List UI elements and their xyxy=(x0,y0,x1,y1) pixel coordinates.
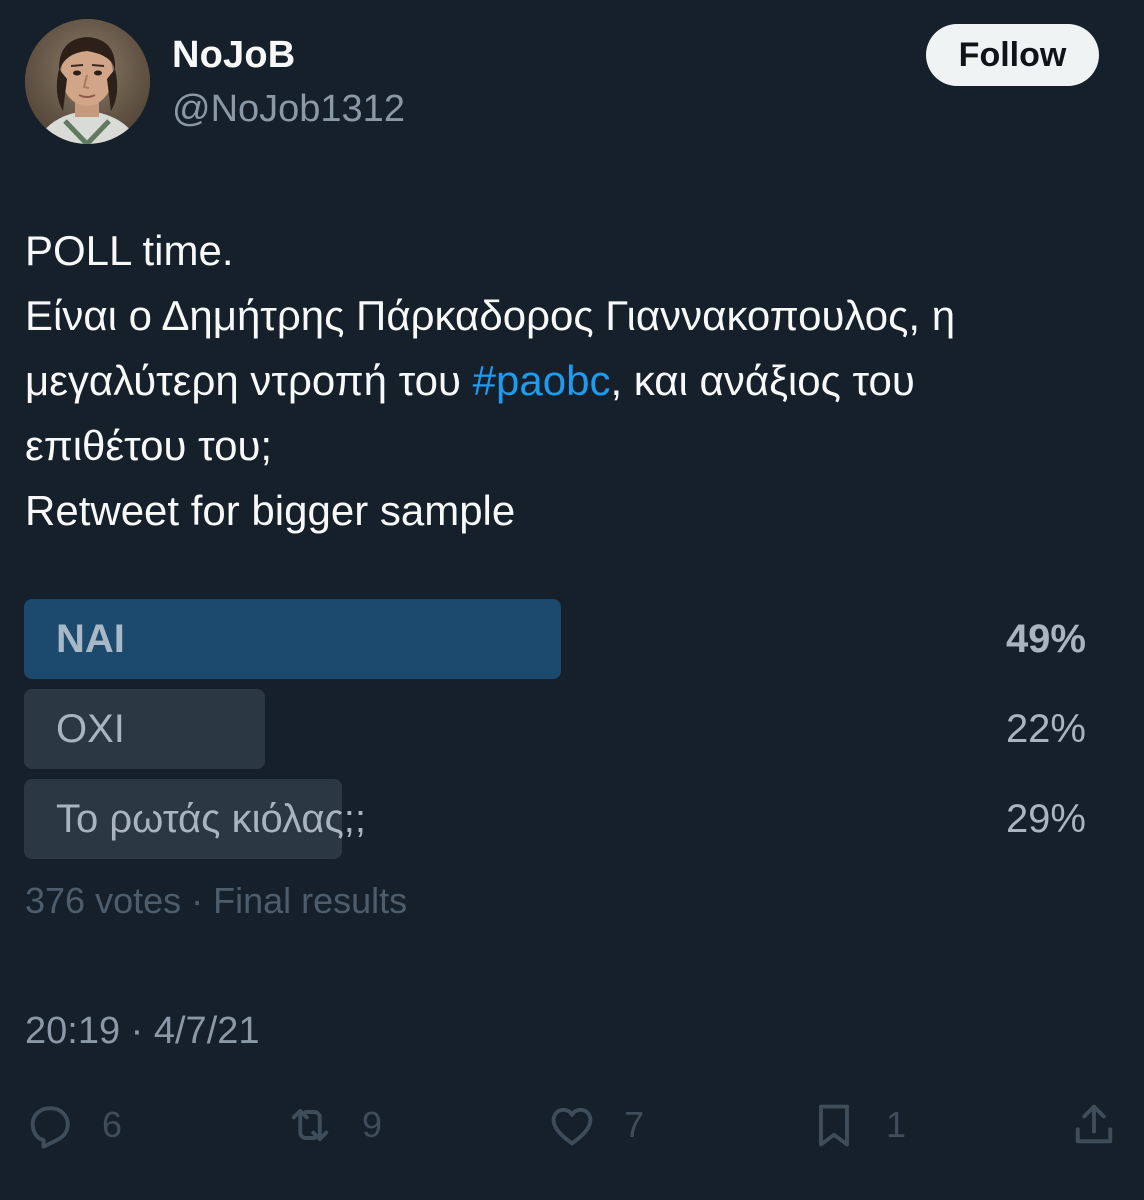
reply-button[interactable]: 6 xyxy=(24,1095,122,1155)
tweet-line-5: Retweet for bigger sample xyxy=(25,487,516,534)
poll-option-percent-2: 22% xyxy=(1005,707,1086,751)
tweet-card: NoJoB @NoJob1312 Follow POLL time. Είναι… xyxy=(0,0,1144,1200)
bookmark-icon xyxy=(819,1104,849,1147)
reply-count: 6 xyxy=(102,1104,123,1145)
avatar[interactable] xyxy=(25,19,150,144)
retweet-button[interactable]: 9 xyxy=(284,1095,382,1155)
timestamp[interactable]: 20:19 · 4/7/21 xyxy=(25,1010,260,1053)
poll-meta: 376 votes · Final results xyxy=(25,880,408,921)
avatar-image xyxy=(25,19,150,144)
tweet-line-3-end: , και ανάξιος του xyxy=(610,357,915,404)
reply-icon xyxy=(30,1106,70,1149)
retweet-count: 9 xyxy=(362,1104,383,1145)
tweet-text: POLL time. Είναι ο Δημήτρης Πάρκαδορος Γ… xyxy=(25,218,1120,543)
tweet-line-4: επιθέτου του; xyxy=(25,422,273,469)
poll-option-2: OXI 22% xyxy=(24,689,1094,769)
share-button[interactable] xyxy=(1068,1095,1120,1155)
poll-option-1: NAI 49% xyxy=(24,599,1094,679)
display-name[interactable]: NoJoB xyxy=(172,34,295,77)
tweet-line-3: μεγαλύτερη ντροπή του #paobc, και ανάξιο… xyxy=(25,348,1120,413)
poll-option-label-2: OXI xyxy=(56,707,125,751)
hashtag-link[interactable]: #paobc xyxy=(473,357,611,404)
poll-option-label-1: NAI xyxy=(56,617,125,661)
like-button[interactable]: 7 xyxy=(546,1095,644,1155)
poll-option-3: Το ρωτάς κιόλας;; 29% xyxy=(24,779,1094,859)
poll-option-label-3: Το ρωτάς κιόλας;; xyxy=(56,797,366,841)
bookmark-button[interactable]: 1 xyxy=(808,1095,906,1155)
tweet-line-3-start: μεγαλύτερη ντροπή του xyxy=(25,357,473,404)
like-icon xyxy=(551,1107,593,1146)
follow-button[interactable]: Follow xyxy=(926,24,1099,86)
poll-option-percent-3: 29% xyxy=(1005,797,1086,841)
bookmark-count: 1 xyxy=(886,1104,907,1145)
poll-option-percent-1: 49% xyxy=(1005,617,1086,661)
tweet-line-2: Είναι ο Δημήτρης Πάρκαδορος Γιαννακοπουλ… xyxy=(25,292,956,339)
retweet-icon xyxy=(291,1108,329,1142)
tweet-line-1: POLL time. xyxy=(25,227,234,274)
like-count: 7 xyxy=(624,1104,645,1145)
share-icon xyxy=(1075,1104,1113,1144)
user-handle[interactable]: @NoJob1312 xyxy=(172,88,405,131)
